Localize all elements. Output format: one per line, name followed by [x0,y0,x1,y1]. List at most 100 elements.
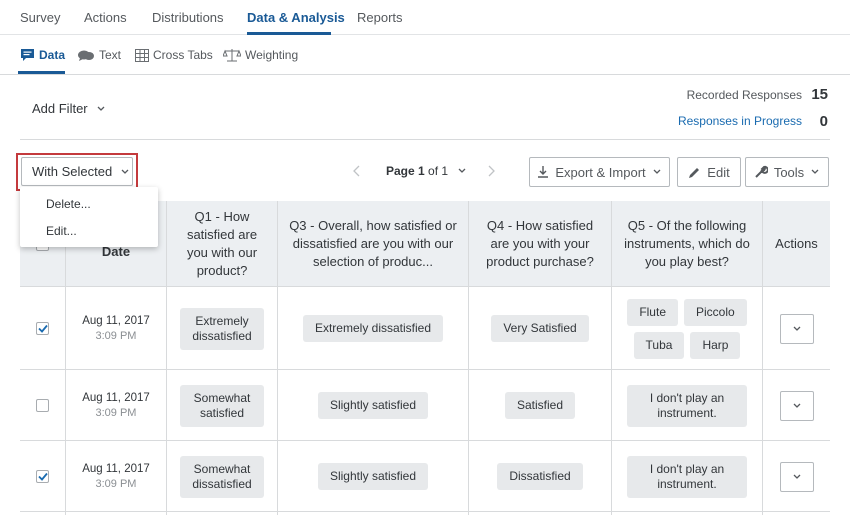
row-checkbox[interactable] [36,322,49,335]
checkmark-icon [37,324,48,333]
add-filter-button[interactable]: Add Filter [32,101,106,116]
page-total: of 1 [424,164,449,178]
add-filter-label: Add Filter [32,101,88,116]
date-cell: Aug 11, 2017 3:09 PM [66,370,166,441]
column-divider [762,201,763,515]
q4-cell: Dissatisfied [469,441,611,512]
chevron-right-icon[interactable] [486,165,496,177]
header-q4[interactable]: Q4 - How satisfied are you with your pro… [469,201,611,287]
menu-item-delete[interactable]: Delete... [46,197,91,211]
response-date: Aug 11, 2017 [82,462,150,475]
tab-distributions[interactable]: Distributions [152,10,224,25]
top-navigation: Survey Actions Distributions Data & Anal… [0,0,850,35]
tools-button[interactable]: Tools [745,157,829,187]
subtab-cross-tabs[interactable]: Cross Tabs [135,48,213,62]
answer-pill: Somewhat satisfied [180,384,264,427]
actions-cell [763,441,830,512]
with-selected-button[interactable]: With Selected [21,157,133,186]
active-subtab-indicator [18,71,65,74]
subtab-text[interactable]: Text [77,48,121,62]
subtab-data-label: Data [39,48,66,62]
table-row: Aug 11, 2017 3:09 PM Extremely dissatisfi… [20,287,830,370]
menu-item-edit[interactable]: Edit... [46,224,77,238]
answer-pill: Slightly satisfied [317,463,429,490]
subtab-data[interactable]: Data [20,48,65,62]
chevron-down-icon [811,169,819,174]
answer-pill: Extremely dissatisfied [302,315,444,342]
q5-cell: Flute Piccolo Tuba Harp [612,287,762,370]
table-row: Aug 11, 2017 3:09 PM Somewhat satisfied S… [20,370,830,441]
answer-pill: Flute [627,298,678,326]
chevron-down-icon [97,106,105,111]
response-date: Aug 11, 2017 [82,391,150,404]
q4-cell: Satisfied [469,370,611,441]
answer-pill: Harp [690,331,741,359]
speech-bubbles-icon [78,50,94,61]
export-import-button[interactable]: Export & Import [529,157,670,187]
q5-cell: I don't play an instrument. [612,441,762,512]
answer-pill: Tuba [633,331,685,359]
export-import-label: Export & Import [555,164,646,180]
chat-bubble-icon [21,49,34,61]
answer-pill: Dissatisfied [497,463,583,490]
row-actions-button[interactable] [779,390,814,421]
answer-pill: Satisfied [504,392,576,419]
row-actions-button[interactable] [779,313,814,344]
checkmark-icon [37,472,48,481]
date-cell: Aug 11, 2017 3:09 PM [66,441,166,512]
responses-in-progress-link[interactable]: Responses in Progress [678,114,802,128]
answer-pill: Extremely dissatisfied [180,307,264,350]
page-current: Page 1 [386,164,425,178]
q1-cell: Extremely dissatisfied [167,287,277,370]
row-actions-button[interactable] [779,461,814,492]
pencil-icon [689,167,700,178]
row-checkbox-cell [20,287,65,370]
answer-pill: Very Satisfied [491,315,589,342]
header-actions: Actions [775,236,818,251]
subtab-text-label: Text [99,48,122,62]
edit-button[interactable]: Edit [677,157,741,187]
tab-actions[interactable]: Actions [84,10,127,25]
row-checkbox-cell [20,441,65,512]
edit-label: Edit [707,164,730,180]
response-time: 3:09 PM [95,329,137,342]
sub-navigation: Data Text Cross Tabs Weighting [0,35,850,75]
subtab-cross-tabs-label: Cross Tabs [153,48,213,62]
header-q1[interactable]: Q1 - How satisfied are you with our prod… [167,201,277,287]
chevron-down-icon [653,169,661,174]
column-divider [468,201,469,515]
subtab-weighting-label: Weighting [245,48,299,62]
column-divider [277,201,278,515]
row-checkbox[interactable] [36,399,49,412]
q3-cell: Extremely dissatisfied [278,287,468,370]
answer-pill: I don't play an instrument. [627,455,747,498]
chevron-down-icon [793,474,800,479]
answer-pill: I don't play an instrument. [627,384,747,427]
response-time: 3:09 PM [95,477,137,490]
subtab-weighting[interactable]: Weighting [223,48,298,62]
responses-in-progress-count: 0 [819,113,828,130]
tab-data-analysis[interactable]: Data & Analysis [247,10,345,25]
column-divider [166,201,167,515]
table-row: Aug 11, 2017 3:09 PM Somewhat dissatisfie… [20,441,830,512]
q4-cell: Very Satisfied [469,287,611,370]
chevron-down-icon [121,169,129,174]
divider [20,139,830,140]
q1-cell: Somewhat dissatisfied [167,441,277,512]
download-icon [538,166,549,178]
row-checkbox[interactable] [36,470,49,483]
header-q5[interactable]: Q5 - Of the following instruments, which… [612,201,762,287]
q3-cell: Slightly satisfied [278,370,468,441]
q1-cell: Somewhat satisfied [167,370,277,441]
page-indicator[interactable]: Page 1 of 1 [386,164,467,178]
recorded-responses-count: 15 [811,86,828,103]
chevron-left-icon[interactable] [352,165,362,177]
chevron-down-icon [793,403,800,408]
tools-label: Tools [773,164,805,180]
with-selected-label: With Selected [32,164,113,179]
tab-survey[interactable]: Survey [20,10,60,25]
q5-cell: I don't play an instrument. [612,370,762,441]
tab-reports[interactable]: Reports [357,10,403,25]
column-divider [65,201,66,515]
header-q3[interactable]: Q3 - Overall, how satisfied or dissatisf… [278,201,468,287]
